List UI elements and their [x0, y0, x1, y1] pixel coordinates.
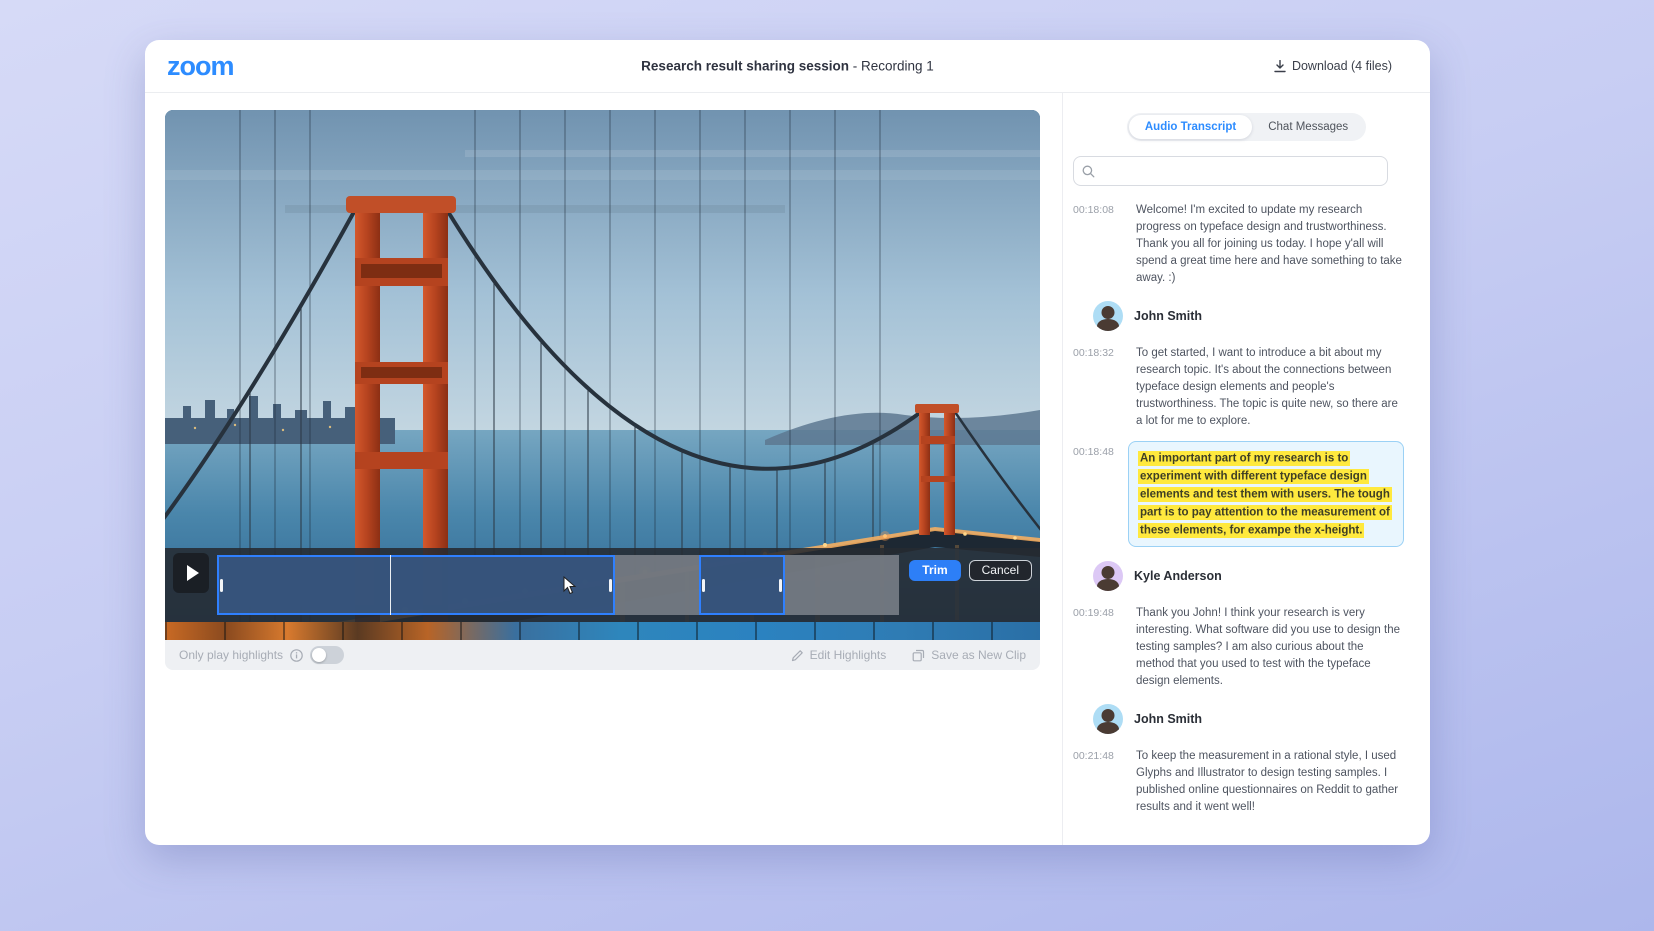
play-button[interactable] — [173, 553, 209, 593]
avatar-silhouette-body — [1097, 722, 1119, 734]
trim-track[interactable] — [217, 555, 899, 615]
search-icon — [1082, 165, 1095, 178]
trim-controls-bar: Trim Cancel — [165, 548, 1040, 622]
trim-actions: Trim Cancel — [909, 560, 1032, 622]
transcript-list: 00:18:08 Welcome! I'm excited to update … — [1073, 202, 1404, 816]
search-box[interactable] — [1073, 156, 1388, 186]
recording-window: zoom Research result sharing session - R… — [145, 40, 1430, 845]
save-as-new-clip-button[interactable]: Save as New Clip — [912, 648, 1026, 662]
avatar-silhouette-head — [1102, 306, 1115, 319]
speaker-row: John Smith — [1093, 301, 1404, 331]
avatar-silhouette-head — [1102, 709, 1115, 722]
speaker-name: John Smith — [1134, 309, 1202, 323]
only-play-highlights-toggle[interactable] — [310, 646, 344, 664]
trim-selection-1[interactable] — [217, 555, 615, 615]
trim-button[interactable]: Trim — [909, 560, 960, 581]
transcript-time: 00:18:32 — [1073, 345, 1123, 430]
transcript-time: 00:18:08 — [1073, 202, 1123, 287]
session-title: Research result sharing session — [641, 59, 849, 74]
save-as-new-clip-label: Save as New Clip — [931, 648, 1026, 662]
zoom-logo: zoom — [167, 51, 234, 82]
info-icon — [290, 649, 303, 662]
player-footer: Only play highlights E — [165, 640, 1040, 670]
video-viewport[interactable]: Trim Cancel — [165, 110, 1040, 640]
tab-audio-transcript[interactable]: Audio Transcript — [1129, 115, 1252, 139]
transcript-text: To keep the measurement in a rational st… — [1136, 748, 1404, 816]
transcript-message[interactable]: 00:18:48 An important part of my researc… — [1073, 444, 1404, 547]
toggle-knob — [312, 648, 326, 662]
speaker-name: Kyle Anderson — [1134, 569, 1222, 583]
header: zoom Research result sharing session - R… — [145, 40, 1430, 93]
transcript-time: 00:19:48 — [1073, 605, 1123, 690]
transcript-text: Welcome! I'm excited to update my resear… — [1136, 202, 1404, 287]
save-clip-icon — [912, 649, 925, 662]
edit-icon — [791, 649, 804, 662]
search-input[interactable] — [1101, 163, 1379, 179]
main-content: Trim Cancel Only play highlights — [145, 93, 1430, 845]
panel-tabs: Audio Transcript Chat Messages — [1127, 113, 1366, 141]
avatar — [1093, 704, 1123, 734]
edit-highlights-button[interactable]: Edit Highlights — [791, 648, 887, 662]
video-player: Trim Cancel Only play highlights — [165, 110, 1040, 670]
speaker-row: Kyle Anderson — [1093, 561, 1404, 591]
transcript-message[interactable]: 00:21:48 To keep the measurement in a ra… — [1073, 748, 1404, 816]
transcript-message[interactable]: 00:18:08 Welcome! I'm excited to update … — [1073, 202, 1404, 287]
page-title: Research result sharing session - Record… — [641, 59, 934, 74]
only-play-highlights-label: Only play highlights — [179, 648, 283, 662]
download-icon — [1274, 60, 1286, 73]
highlighted-text: An important part of my research is to e… — [1138, 451, 1392, 538]
download-label: Download (4 files) — [1292, 59, 1392, 73]
speaker-name: John Smith — [1134, 712, 1202, 726]
avatar — [1093, 561, 1123, 591]
cancel-button[interactable]: Cancel — [969, 560, 1032, 581]
transcript-message[interactable]: 00:18:32 To get started, I want to intro… — [1073, 345, 1404, 430]
transcript-text: An important part of my research is to e… — [1128, 441, 1404, 547]
play-icon — [187, 565, 199, 581]
transcript-message[interactable]: 00:19:48 Thank you John! I think your re… — [1073, 605, 1404, 690]
download-button[interactable]: Download (4 files) — [1274, 59, 1392, 73]
avatar-silhouette-head — [1102, 566, 1115, 579]
transcript-panel: Audio Transcript Chat Messages 00:18:08 … — [1062, 93, 1430, 845]
recording-label: - Recording 1 — [849, 59, 934, 74]
avatar-silhouette-body — [1097, 579, 1119, 591]
playhead[interactable] — [390, 555, 392, 615]
transcript-text: To get started, I want to introduce a bi… — [1136, 345, 1404, 430]
transcript-text: Thank you John! I think your research is… — [1136, 605, 1404, 690]
timeline-filmstrip[interactable] — [165, 622, 1040, 640]
tab-chat-messages[interactable]: Chat Messages — [1252, 115, 1364, 139]
transcript-time: 00:21:48 — [1073, 748, 1123, 816]
trim-selection-2[interactable] — [699, 555, 784, 615]
edit-highlights-label: Edit Highlights — [810, 648, 887, 662]
speaker-row: John Smith — [1093, 704, 1404, 734]
avatar — [1093, 301, 1123, 331]
avatar-silhouette-body — [1097, 319, 1119, 331]
transcript-time: 00:18:48 — [1073, 444, 1123, 547]
